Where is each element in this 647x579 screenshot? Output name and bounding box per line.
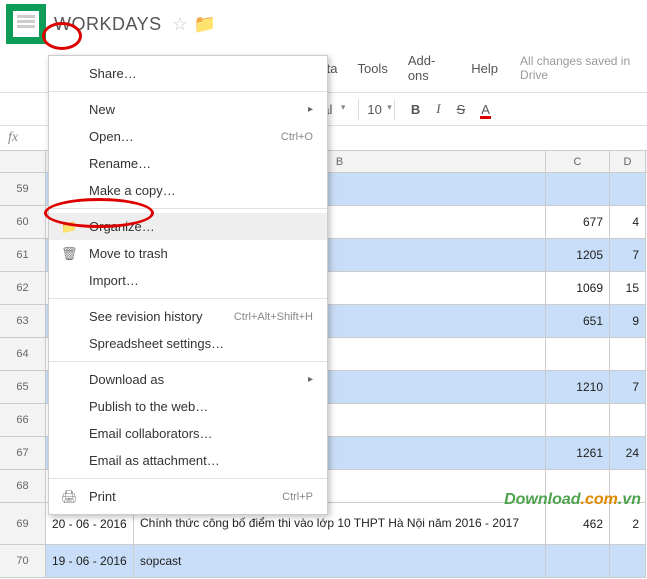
menu-rename[interactable]: Rename… [49,150,327,177]
menu-print[interactable]: 🖨PrintCtrl+P [49,483,327,510]
cell[interactable]: sopcast [134,545,546,578]
cell[interactable]: 9 [610,305,646,338]
font-size-dropdown[interactable]: 10 [358,99,394,120]
menu-revision-history[interactable]: See revision historyCtrl+Alt+Shift+H [49,303,327,330]
italic-button[interactable]: I [430,98,446,120]
cell[interactable] [610,545,646,578]
menu-move-to-trash[interactable]: 🗑Move to trash [49,240,327,267]
col-header-d[interactable]: D [610,151,646,172]
select-all-corner[interactable] [0,151,46,172]
menu-import[interactable]: Import… [49,267,327,294]
menu-help[interactable]: Help [461,58,508,79]
cell[interactable] [610,470,646,503]
menu-download-as[interactable]: Download as▸ [49,366,327,393]
cell[interactable] [610,173,646,206]
cell[interactable]: 677 [546,206,610,239]
saved-status: All changes saved in Drive [520,54,647,82]
cell[interactable] [610,404,646,437]
cell[interactable] [546,173,610,206]
cell[interactable]: 1261 [546,437,610,470]
row-header[interactable]: 64 [0,338,46,371]
menu-publish[interactable]: Publish to the web… [49,393,327,420]
menu-spreadsheet-settings[interactable]: Spreadsheet settings… [49,330,327,357]
row-header[interactable]: 66 [0,404,46,437]
menu-email-collaborators[interactable]: Email collaborators… [49,420,327,447]
cell[interactable]: 651 [546,305,610,338]
cell[interactable] [546,545,610,578]
row-headers: 596061626364656667686970 [0,173,46,578]
menu-organize[interactable]: 📁Organize… [49,213,327,240]
cell[interactable] [546,470,610,503]
strike-button[interactable]: S [451,99,472,120]
cell[interactable]: 19 - 06 - 2016 [46,545,134,578]
cell[interactable]: 1069 [546,272,610,305]
cell[interactable]: 7 [610,371,646,404]
file-menu-dropdown: Share… New▸ Open…Ctrl+O Rename… Make a c… [48,55,328,515]
menu-open[interactable]: Open…Ctrl+O [49,123,327,150]
cell[interactable]: 4 [610,206,646,239]
col-header-c[interactable]: C [546,151,610,172]
cell[interactable]: 2 [610,503,646,545]
menu-new[interactable]: New▸ [49,96,327,123]
row-header[interactable]: 61 [0,239,46,272]
menu-share[interactable]: Share… [49,60,327,87]
submenu-arrow-icon: ▸ [308,374,313,385]
cell[interactable] [546,338,610,371]
row-header[interactable]: 62 [0,272,46,305]
row-header[interactable]: 60 [0,206,46,239]
folder-icon: 📁 [61,219,77,235]
submenu-arrow-icon: ▸ [308,104,313,115]
star-icon[interactable]: ☆ [172,14,188,35]
row-header[interactable]: 63 [0,305,46,338]
menu-make-copy[interactable]: Make a copy… [49,177,327,204]
doc-title[interactable]: WORKDAYS [54,14,162,35]
row-header[interactable]: 67 [0,437,46,470]
sheets-logo[interactable] [6,4,46,44]
row-header[interactable]: 69 [0,503,46,545]
print-icon: 🖨 [61,489,77,505]
text-color-button[interactable]: A [475,99,496,120]
row-header[interactable]: 65 [0,371,46,404]
cell[interactable]: 1205 [546,239,610,272]
row-header[interactable]: 70 [0,545,46,578]
cell[interactable]: 7 [610,239,646,272]
row-header[interactable]: 68 [0,470,46,503]
menu-tools[interactable]: Tools [347,58,397,79]
trash-icon: 🗑 [61,246,77,262]
table-row: 19 - 06 - 2016sopcast [46,545,646,578]
menu-addons[interactable]: Add-ons [398,50,461,86]
cell[interactable] [546,404,610,437]
cell[interactable]: 462 [546,503,610,545]
menu-email-attachment[interactable]: Email as attachment… [49,447,327,474]
bold-button[interactable]: B [405,99,426,120]
row-header[interactable]: 59 [0,173,46,206]
fx-icon: fx [8,130,18,146]
cell[interactable]: 24 [610,437,646,470]
cell[interactable] [610,338,646,371]
cell[interactable]: 15 [610,272,646,305]
folder-icon[interactable]: 📁 [194,14,216,35]
cell[interactable]: 1210 [546,371,610,404]
